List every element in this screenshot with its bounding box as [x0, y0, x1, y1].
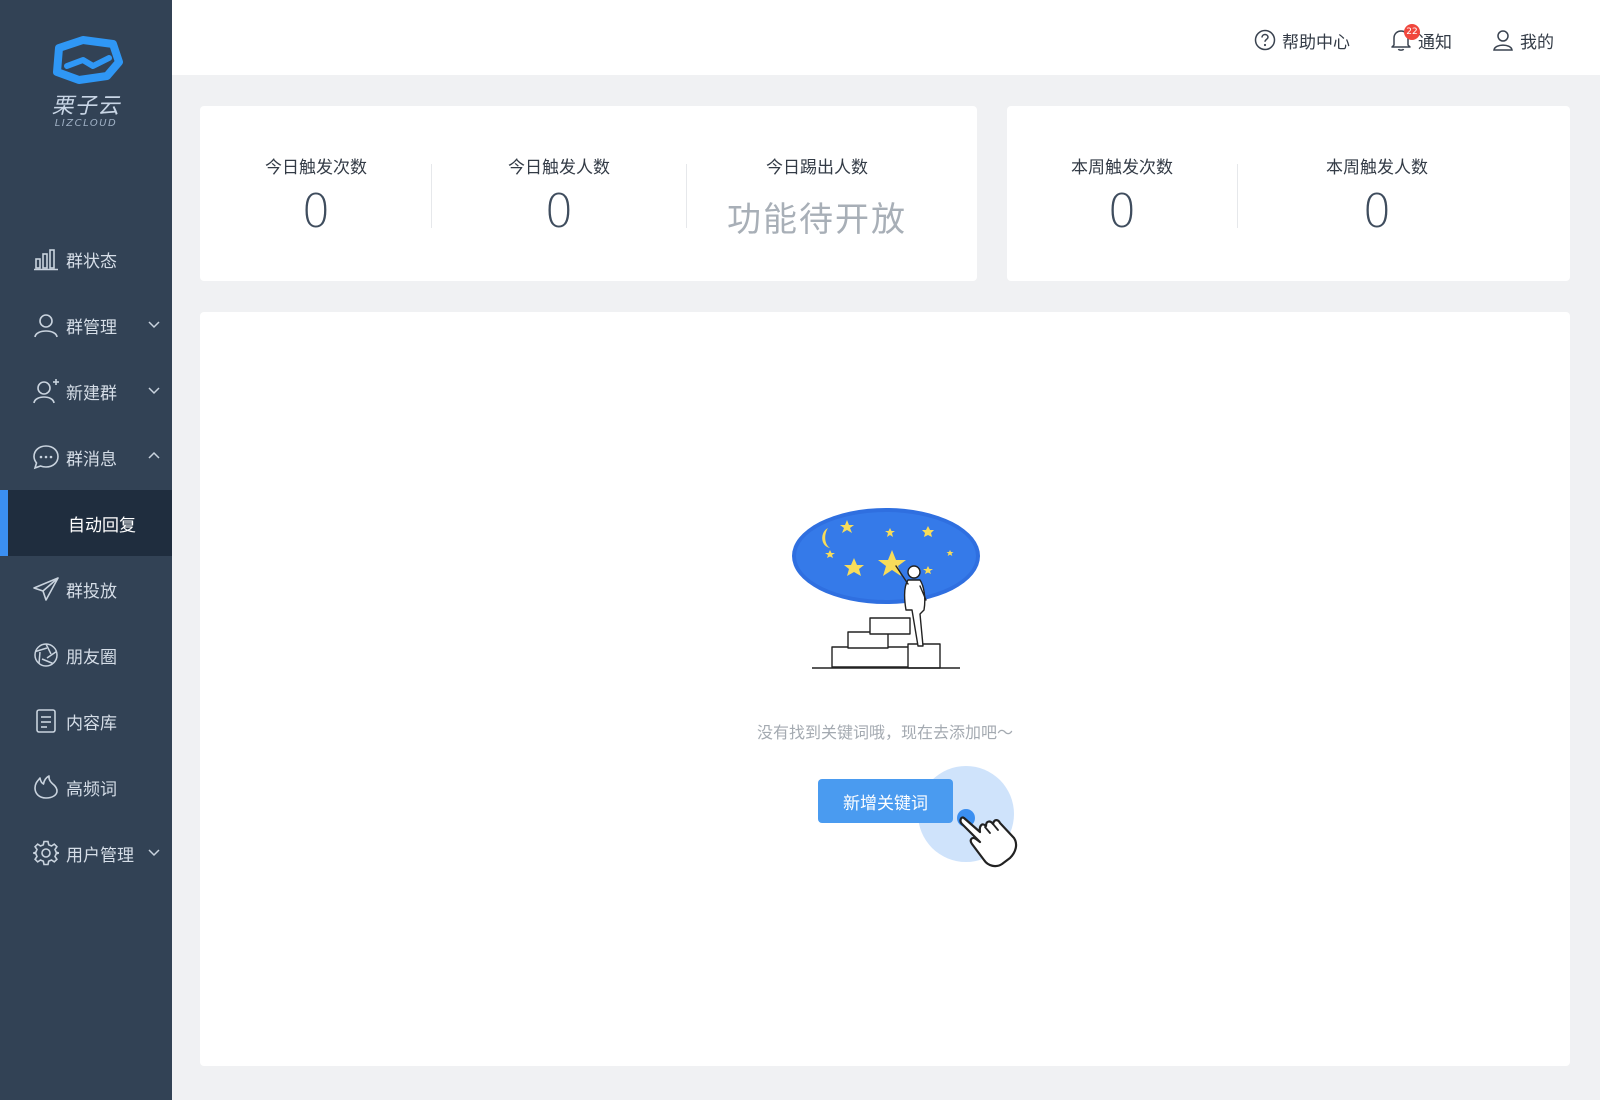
chevron-down-icon[interactable]: [146, 382, 162, 398]
sidebar-item-label: 群消息: [66, 449, 117, 470]
bell-wrapper: 22: [1390, 24, 1420, 52]
sidebar-item-label: 群投放: [66, 581, 117, 602]
sidebar-item-new-group[interactable]: 新建群: [0, 358, 172, 424]
stat-label: 今日触发人数: [508, 158, 610, 178]
top-header: 帮助中心 22 通知 我的: [172, 0, 1600, 75]
gear-icon: [32, 839, 60, 867]
brand-name-en: LIZCLOUD: [54, 118, 118, 129]
chat-bubble-icon: [32, 443, 60, 471]
sidebar-item-group-broadcast[interactable]: 群投放: [0, 556, 172, 622]
notification-link[interactable]: 22 通知: [1390, 24, 1452, 54]
chevron-down-icon[interactable]: [146, 844, 162, 860]
aperture-icon: [32, 641, 60, 669]
sidebar-item-hot-words[interactable]: 高频词: [0, 754, 172, 820]
user-add-icon: [32, 377, 60, 405]
sidebar-subitem-label: 自动回复: [68, 515, 136, 536]
chevron-up-icon[interactable]: [146, 448, 162, 464]
sidebar-item-label: 高频词: [66, 779, 117, 800]
stat-today-trigger-count: 今日触发次数 0: [200, 106, 432, 281]
bar-chart-icon: [32, 245, 60, 273]
stat-value: 0: [1362, 184, 1392, 238]
stats-card-today: 今日触发次数 0 今日触发人数 0 今日踢出人数 功能待开放: [200, 106, 977, 281]
notification-badge: 22: [1404, 24, 1420, 40]
flame-icon: [32, 773, 60, 801]
sidebar-item-moments[interactable]: 朋友圈: [0, 622, 172, 688]
user-icon: [32, 311, 60, 339]
stat-label: 本周触发人数: [1326, 158, 1428, 178]
sidebar-item-label: 内容库: [66, 713, 117, 734]
stat-value: 0: [544, 184, 574, 238]
stat-value: 0: [301, 184, 331, 238]
empty-state-message: 没有找到关键词哦，现在去添加吧～: [756, 723, 1013, 742]
notification-label: 通知: [1418, 32, 1452, 53]
chevron-down-icon[interactable]: [146, 316, 162, 332]
stat-label: 本周触发次数: [1071, 158, 1173, 178]
active-indicator: [0, 490, 8, 556]
document-icon: [32, 707, 60, 735]
stat-week-trigger-count: 本周触发次数 0: [1007, 106, 1237, 281]
sidebar-item-label: 群状态: [66, 251, 117, 272]
pointing-hand-icon: [957, 809, 1018, 868]
sidebar-subitem-auto-reply[interactable]: 自动回复: [0, 490, 172, 556]
sidebar-item-group-status[interactable]: 群状态: [0, 226, 172, 292]
send-icon: [32, 575, 60, 603]
add-keyword-button[interactable]: 新增关键词: [818, 779, 953, 823]
brand-name-cn: 栗子云: [51, 94, 121, 119]
help-center-label: 帮助中心: [1282, 32, 1350, 53]
sidebar-item-content-library[interactable]: 内容库: [0, 688, 172, 754]
sidebar-item-group-message[interactable]: 群消息: [0, 424, 172, 490]
sidebar-item-label: 用户管理: [66, 845, 134, 866]
my-account-label: 我的: [1520, 32, 1554, 53]
stat-today-kicked-users: 今日踢出人数 功能待开放: [686, 106, 948, 281]
user-icon: [1493, 30, 1513, 51]
help-circle-icon: [1254, 29, 1276, 51]
starry-night-illustration: [792, 508, 980, 669]
sidebar-item-label: 新建群: [66, 383, 117, 404]
keyword-list-panel: 没有找到关键词哦，现在去添加吧～ 新增关键词: [200, 312, 1570, 1066]
stat-value: 0: [1107, 184, 1137, 238]
help-center-link[interactable]: 帮助中心: [1254, 26, 1350, 54]
sidebar-item-group-manage[interactable]: 群管理: [0, 292, 172, 358]
sidebar-item-user-manage[interactable]: 用户管理: [0, 820, 172, 886]
stat-today-trigger-users: 今日触发人数 0: [432, 106, 686, 281]
stat-value-pending: 功能待开放: [727, 200, 907, 240]
stat-week-trigger-users: 本周触发人数 0: [1237, 106, 1517, 281]
stat-label: 今日触发次数: [265, 158, 367, 178]
my-account-link[interactable]: 我的: [1492, 26, 1554, 54]
stats-card-week: 本周触发次数 0 本周触发人数 0: [1007, 106, 1570, 281]
sidebar-item-label: 朋友圈: [66, 647, 117, 668]
sidebar-item-label: 群管理: [66, 317, 117, 338]
stat-label: 今日踢出人数: [766, 158, 868, 178]
sidebar: 栗子云 LIZCLOUD 群状态 群管理 新建群 群消息 自动回复 群投放 朋友…: [0, 0, 172, 1100]
brand-logo[interactable]: 栗子云 LIZCLOUD: [0, 36, 172, 136]
lizcloud-logo-icon: [53, 36, 123, 84]
